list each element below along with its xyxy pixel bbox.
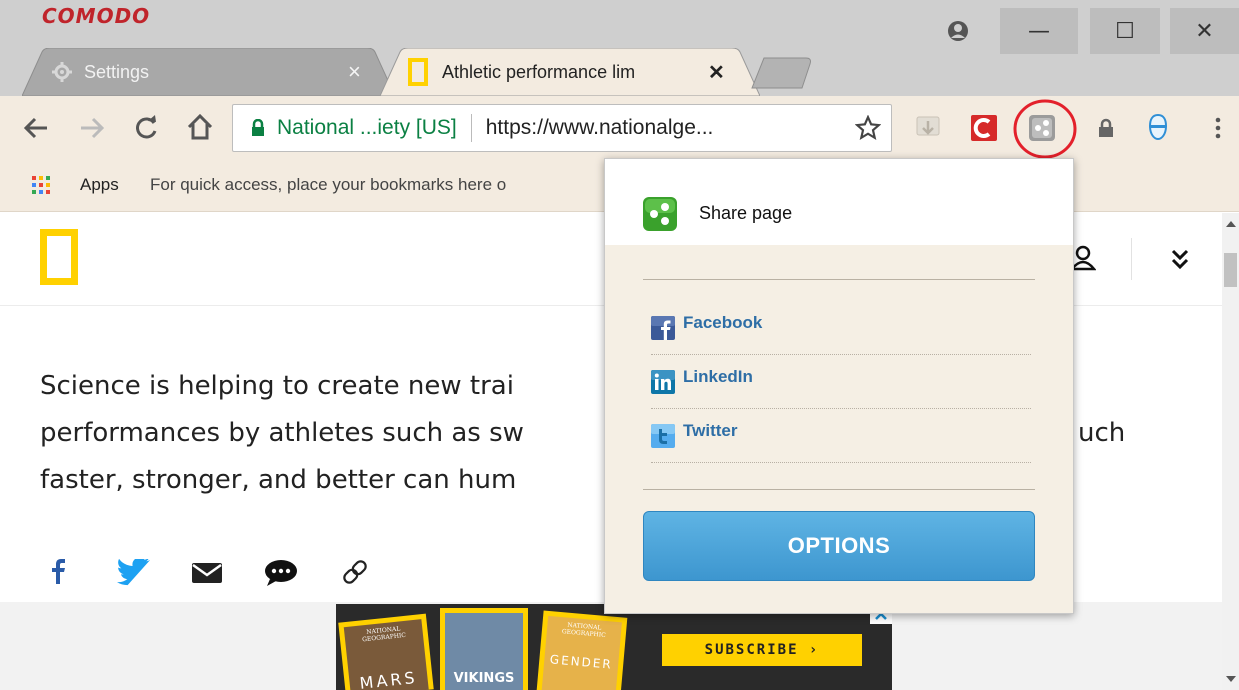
vertical-scrollbar[interactable] (1222, 213, 1239, 690)
popup-divider (643, 489, 1035, 490)
twitter-label: Twitter (683, 420, 738, 440)
toolbar: National ...iety [US] https://www.nation… (0, 96, 1239, 160)
linkedin-icon (651, 369, 675, 394)
apps-label[interactable]: Apps (80, 175, 119, 195)
bookmarks-hint: For quick access, place your bookmarks h… (150, 175, 507, 194)
cover-brand: NATIONAL GEOGRAPHIC (361, 625, 407, 644)
twitter-share-icon[interactable] (116, 557, 151, 591)
padlock-extension-icon[interactable] (1090, 112, 1122, 144)
maximize-button[interactable]: ☐ (1090, 8, 1160, 54)
email-share-icon[interactable] (192, 563, 222, 587)
share-page-icon (643, 197, 677, 231)
subscribe-button[interactable]: SUBSCRIBE › (662, 634, 862, 666)
share-page-title: Share page (699, 203, 793, 223)
facebook-share-icon[interactable] (50, 558, 66, 588)
site-identity[interactable]: National ...iety [US] (277, 116, 457, 140)
magazine-cover-mars: NATIONAL GEOGRAPHIC MARS (338, 613, 434, 690)
apps-grid-icon[interactable] (32, 176, 50, 194)
link-share-icon[interactable] (340, 557, 370, 591)
comodo-c-extension-icon[interactable] (968, 112, 1000, 144)
url-text[interactable]: https://www.nationalge... (486, 116, 714, 140)
header-separator (1131, 238, 1132, 280)
lock-icon (251, 119, 265, 137)
close-window-button[interactable]: ✕ (1170, 8, 1239, 54)
forward-button[interactable] (76, 112, 108, 144)
tab-settings-label: Settings (84, 61, 150, 82)
tab-settings[interactable]: Settings × (22, 48, 397, 96)
bookmark-star-icon[interactable] (855, 115, 881, 141)
cover-brand: NATIONAL GEOGRAPHIC (561, 621, 606, 639)
cover-title: VIKINGS (453, 671, 515, 686)
cover-title: MARS (358, 667, 419, 690)
minimize-button[interactable]: — (1000, 8, 1078, 54)
scroll-up-icon[interactable] (1226, 221, 1236, 227)
share-page-popup: Share page Facebook LinkedIn Twitter OPT… (604, 158, 1074, 614)
article-line-suffix: uch (1078, 418, 1126, 448)
gear-icon (52, 62, 72, 82)
share-facebook-link[interactable]: Facebook (651, 301, 1031, 355)
brand-logo: COMODO (42, 4, 151, 28)
tab-athletic-performance[interactable]: Athletic performance lim ✕ (380, 48, 760, 96)
linkedin-label: LinkedIn (683, 366, 753, 386)
popup-divider (643, 279, 1035, 280)
popup-header: Share page (605, 159, 1073, 245)
tab-athletic-label: Athletic performance lim (442, 61, 636, 82)
shield-extension-icon[interactable] (1142, 110, 1174, 144)
magazine-cover-vikings: VIKINGS (440, 608, 528, 690)
profile-icon[interactable] (930, 8, 986, 54)
comment-share-icon[interactable] (264, 559, 298, 591)
tab-close-icon[interactable]: ✕ (708, 48, 725, 96)
share-linkedin-link[interactable]: LinkedIn (651, 355, 1031, 409)
browser-window: COMODO Settings × Athletic performance l… (0, 0, 1239, 690)
cover-title: GENDER (549, 652, 614, 672)
subscribe-ad-banner[interactable]: NATIONAL GEOGRAPHIC MARS VIKINGS NATIONA… (336, 604, 892, 690)
magazine-cover-gender: NATIONAL GEOGRAPHIC GENDER (536, 610, 628, 690)
address-bar[interactable]: National ...iety [US] https://www.nation… (232, 104, 892, 152)
options-button[interactable]: OPTIONS (643, 511, 1035, 581)
title-bar: COMODO Settings × Athletic performance l… (0, 0, 1239, 96)
natgeo-logo[interactable] (40, 229, 78, 285)
scroll-down-icon[interactable] (1226, 676, 1236, 682)
home-button[interactable] (182, 110, 218, 144)
twitter-icon (651, 423, 675, 448)
chevron-double-down-icon[interactable] (1170, 248, 1190, 274)
menu-dots-icon[interactable] (1206, 112, 1230, 144)
facebook-icon (651, 315, 675, 340)
share-twitter-link[interactable]: Twitter (651, 409, 1031, 463)
tab-settings-close-icon[interactable]: × (348, 48, 361, 96)
reload-button[interactable] (130, 112, 162, 144)
new-tab-button[interactable] (750, 56, 816, 90)
download-extension-icon[interactable] (912, 112, 944, 144)
scrollbar-thumb[interactable] (1224, 253, 1237, 287)
highlight-circle (1013, 99, 1077, 159)
facebook-label: Facebook (683, 312, 763, 332)
back-button[interactable] (20, 112, 52, 144)
natgeo-favicon-icon (408, 58, 428, 86)
address-divider (470, 114, 472, 142)
